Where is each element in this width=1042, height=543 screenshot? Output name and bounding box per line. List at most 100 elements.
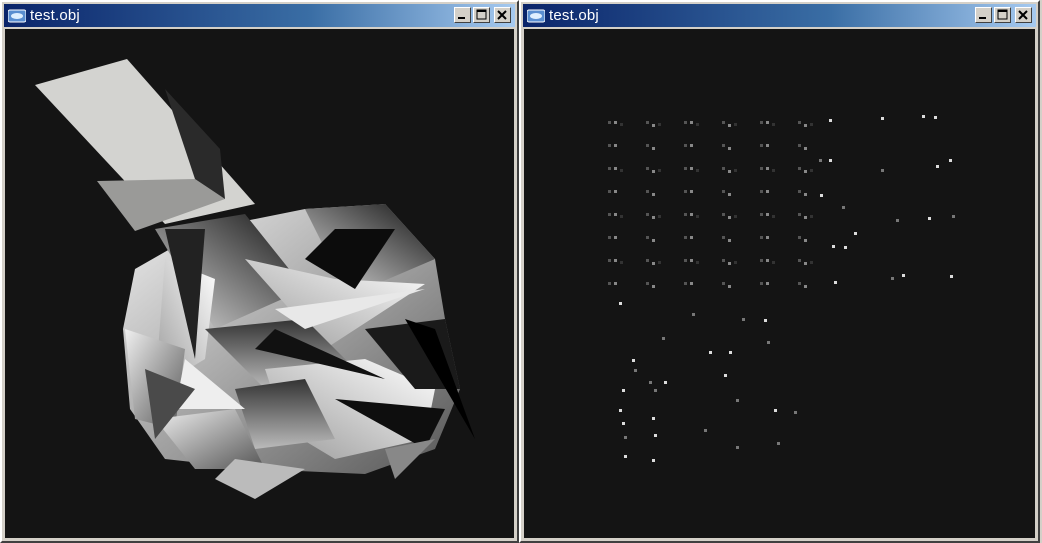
point-mark bbox=[658, 215, 661, 218]
point-mark bbox=[728, 262, 731, 265]
point-mark bbox=[690, 121, 693, 124]
point-mark bbox=[760, 236, 763, 239]
point-mark bbox=[804, 239, 807, 242]
point-mark bbox=[684, 236, 687, 239]
point-mark bbox=[614, 144, 617, 147]
point-mark bbox=[722, 121, 725, 124]
viewport-point-cloud[interactable] bbox=[524, 29, 1035, 538]
point-mark bbox=[622, 389, 625, 392]
point-mark bbox=[622, 422, 625, 425]
point-mark bbox=[794, 411, 797, 414]
point-mark bbox=[798, 282, 801, 285]
point-mark bbox=[804, 193, 807, 196]
minimize-button[interactable] bbox=[454, 7, 471, 23]
point-mark bbox=[658, 123, 661, 126]
app-icon[interactable] bbox=[8, 9, 26, 23]
point-mark bbox=[728, 216, 731, 219]
point-mark bbox=[772, 215, 775, 218]
point-mark bbox=[624, 436, 627, 439]
point-mark bbox=[804, 147, 807, 150]
point-mark bbox=[652, 239, 655, 242]
close-button[interactable] bbox=[1015, 7, 1032, 23]
point-mark bbox=[766, 144, 769, 147]
point-mark bbox=[936, 165, 939, 168]
point-mark bbox=[922, 115, 925, 118]
point-mark bbox=[760, 144, 763, 147]
point-mark bbox=[844, 246, 847, 249]
point-mark bbox=[646, 167, 649, 170]
point-mark bbox=[620, 261, 623, 264]
point-mark bbox=[760, 121, 763, 124]
point-mark bbox=[766, 167, 769, 170]
point-mark bbox=[766, 213, 769, 216]
point-mark bbox=[614, 236, 617, 239]
point-mark bbox=[608, 259, 611, 262]
point-mark bbox=[619, 409, 622, 412]
point-mark bbox=[722, 259, 725, 262]
point-mark bbox=[652, 262, 655, 265]
point-mark bbox=[854, 232, 857, 235]
point-mark bbox=[834, 281, 837, 284]
point-mark bbox=[690, 144, 693, 147]
point-mark bbox=[654, 434, 657, 437]
point-mark bbox=[810, 169, 813, 172]
point-mark bbox=[722, 144, 725, 147]
point-mark bbox=[798, 213, 801, 216]
window-right[interactable]: test.obj bbox=[519, 0, 1040, 543]
point-mark bbox=[772, 261, 775, 264]
point-mark bbox=[652, 124, 655, 127]
point-mark bbox=[722, 190, 725, 193]
point-mark bbox=[819, 159, 822, 162]
point-mark bbox=[646, 190, 649, 193]
point-mark bbox=[832, 245, 835, 248]
point-mark bbox=[684, 213, 687, 216]
point-mark bbox=[614, 282, 617, 285]
point-mark bbox=[690, 259, 693, 262]
point-mark bbox=[766, 259, 769, 262]
point-mark bbox=[620, 169, 623, 172]
point-mark bbox=[684, 167, 687, 170]
title-bar[interactable]: test.obj bbox=[523, 4, 1036, 27]
point-mark bbox=[632, 359, 635, 362]
point-mark bbox=[760, 167, 763, 170]
point-mark bbox=[709, 351, 712, 354]
point-mark bbox=[652, 285, 655, 288]
point-mark bbox=[798, 259, 801, 262]
point-mark bbox=[728, 193, 731, 196]
point-mark bbox=[949, 159, 952, 162]
point-mark bbox=[810, 215, 813, 218]
maximize-button[interactable] bbox=[473, 7, 490, 23]
point-mark bbox=[722, 167, 725, 170]
point-mark bbox=[608, 144, 611, 147]
minimize-button[interactable] bbox=[975, 7, 992, 23]
point-mark bbox=[620, 215, 623, 218]
minimize-icon bbox=[976, 8, 991, 22]
close-button[interactable] bbox=[494, 7, 511, 23]
point-mark bbox=[684, 259, 687, 262]
point-mark bbox=[614, 213, 617, 216]
viewport-shaded-mesh[interactable] bbox=[5, 29, 514, 538]
title-bar[interactable]: test.obj bbox=[4, 4, 515, 27]
window-left[interactable]: test.obj bbox=[0, 0, 519, 543]
point-mark bbox=[798, 236, 801, 239]
app-icon[interactable] bbox=[527, 9, 545, 23]
point-mark bbox=[690, 167, 693, 170]
point-mark bbox=[608, 282, 611, 285]
maximize-button[interactable] bbox=[994, 7, 1011, 23]
point-mark bbox=[734, 261, 737, 264]
point-mark bbox=[764, 319, 767, 322]
point-mark bbox=[742, 318, 745, 321]
point-mark bbox=[620, 123, 623, 126]
point-mark bbox=[614, 259, 617, 262]
point-mark bbox=[692, 313, 695, 316]
point-mark bbox=[760, 190, 763, 193]
point-mark bbox=[608, 213, 611, 216]
point-mark bbox=[804, 285, 807, 288]
point-mark bbox=[881, 117, 884, 120]
point-mark bbox=[684, 121, 687, 124]
point-mark bbox=[649, 381, 652, 384]
point-mark bbox=[829, 159, 832, 162]
window-title: test.obj bbox=[30, 7, 80, 24]
point-mark bbox=[736, 399, 739, 402]
point-mark bbox=[734, 169, 737, 172]
